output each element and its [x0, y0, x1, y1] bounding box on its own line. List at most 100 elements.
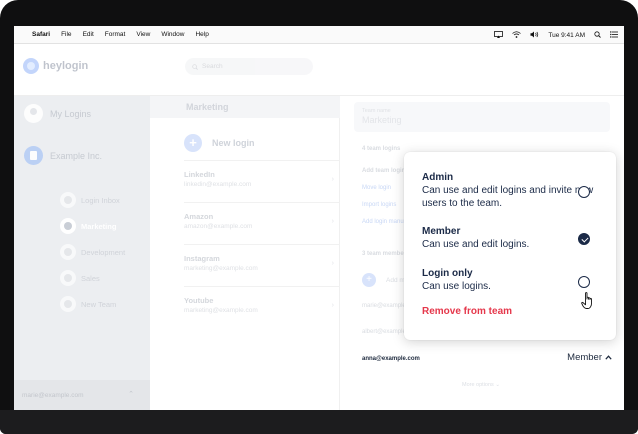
member-role-value: Member: [567, 352, 602, 363]
sidebar-item-my-logins[interactable]: My Logins: [24, 104, 91, 123]
divider: [184, 160, 340, 161]
team-title: Marketing: [150, 96, 340, 118]
team-name-value: Marketing: [362, 115, 402, 125]
menu-edit[interactable]: Edit: [83, 31, 94, 38]
sidebar-team-label: Marketing: [81, 221, 117, 231]
member-email: anna@example.com: [362, 356, 420, 362]
volume-icon[interactable]: [530, 31, 539, 40]
logins-list-panel: Marketing + New login LinkedIn linkedin@…: [150, 96, 340, 410]
login-item-youtube[interactable]: Youtube marketing@example.com ›: [184, 296, 334, 314]
team-icon: [60, 244, 76, 260]
spotlight-search-icon[interactable]: [594, 30, 601, 40]
plus-icon: +: [362, 273, 376, 287]
move-login-link[interactable]: Move login: [362, 185, 391, 191]
sidebar-team-new-team[interactable]: New Team: [60, 296, 116, 312]
app-header: heylogin Search: [14, 44, 624, 96]
role-option-login-only[interactable]: Login only Can use logins.: [422, 268, 602, 293]
menu-view[interactable]: View: [136, 31, 150, 38]
sidebar-item-label: Example Inc.: [50, 150, 103, 161]
logo-mark-icon: [23, 58, 39, 74]
heylogin-logo: heylogin: [23, 58, 88, 74]
menu-file[interactable]: File: [61, 31, 71, 38]
team-icon: [60, 218, 76, 234]
divider: [184, 286, 340, 287]
role-description: Can use logins.: [422, 281, 491, 292]
role-selection-popover: Admin Can use and edit logins and invite…: [404, 152, 616, 340]
more-options-label: More options: [462, 382, 494, 388]
chevron-right-icon: ›: [331, 218, 334, 225]
chevron-up-icon: [605, 355, 612, 360]
divider: [184, 202, 340, 203]
role-title: Member: [422, 226, 461, 237]
add-team-login-heading: Add team login: [362, 168, 406, 174]
login-item-linkedin[interactable]: LinkedIn linkedin@example.com ›: [184, 170, 334, 188]
sidebar-team-sales[interactable]: Sales: [60, 270, 100, 286]
menu-format[interactable]: Format: [105, 31, 126, 38]
company-building-icon: [24, 146, 43, 165]
search-placeholder: Search: [202, 63, 223, 70]
add-team-icon: [60, 296, 76, 312]
role-option-member[interactable]: Member Can use and edit logins.: [422, 226, 602, 251]
plus-icon: +: [184, 134, 202, 152]
sidebar-team-label: Development: [81, 247, 126, 257]
sidebar-team-label: New Team: [81, 299, 117, 309]
admin-radio[interactable]: [578, 186, 590, 198]
menu-clock[interactable]: Tue 9:41 AM: [548, 32, 585, 39]
menu-bar: Safari File Edit Format View Window Help…: [14, 26, 624, 44]
chevron-right-icon: ›: [331, 302, 334, 309]
menu-app-name[interactable]: Safari: [32, 31, 50, 38]
role-title: Login only: [422, 268, 473, 279]
login-name: Amazon: [184, 212, 214, 221]
menu-help[interactable]: Help: [195, 31, 208, 38]
role-description: Can use and edit logins.: [422, 239, 530, 250]
airplay-icon[interactable]: [494, 30, 504, 40]
divider: [184, 244, 340, 245]
sidebar-team-label: Login Inbox: [81, 195, 120, 205]
team-name-field[interactable]: Team name Marketing: [354, 102, 610, 132]
login-email: marketing@example.com: [184, 265, 258, 272]
search-icon: [192, 63, 198, 70]
team-icon: [60, 192, 76, 208]
import-logins-link[interactable]: Import logins: [362, 202, 396, 208]
sidebar-item-label: My Logins: [50, 108, 92, 119]
login-email: amazon@example.com: [184, 223, 253, 230]
member-role-dropdown[interactable]: Member: [567, 352, 612, 363]
sidebar-team-marketing[interactable]: Marketing: [60, 218, 116, 234]
member-radio-checked[interactable]: [578, 233, 590, 245]
hand-cursor-icon: [581, 292, 592, 309]
sidebar-team-login-inbox[interactable]: Login Inbox: [60, 192, 120, 208]
screen: Safari File Edit Format View Window Help…: [14, 26, 624, 410]
login-name: Youtube: [184, 296, 214, 305]
new-login-button[interactable]: + New login: [184, 134, 255, 152]
team-icon: [60, 270, 76, 286]
account-switcher[interactable]: marie@example.com ⌃: [14, 380, 150, 410]
login-only-radio[interactable]: [578, 276, 590, 288]
more-options-button[interactable]: More options ⌄: [462, 382, 500, 388]
new-login-label: New login: [212, 138, 255, 148]
sidebar: My Logins Example Inc. Login Inbox Marke…: [14, 96, 150, 410]
role-description: Can use and edit logins and invite new u…: [422, 185, 594, 209]
account-email: marie@example.com: [22, 391, 84, 399]
sidebar-team-label: Sales: [81, 273, 100, 283]
role-title: Admin: [422, 172, 454, 183]
menu-window[interactable]: Window: [161, 31, 184, 38]
sidebar-item-company[interactable]: Example Inc.: [24, 146, 102, 165]
control-center-icon[interactable]: [610, 30, 618, 40]
search-input[interactable]: Search: [185, 58, 313, 75]
laptop-base: [0, 410, 638, 434]
chevron-right-icon: ›: [331, 260, 334, 267]
login-email: marketing@example.com: [184, 307, 258, 314]
login-email: linkedin@example.com: [184, 181, 252, 188]
chevron-right-icon: ›: [331, 176, 334, 183]
wifi-icon[interactable]: [512, 30, 522, 40]
login-item-amazon[interactable]: Amazon amazon@example.com ›: [184, 212, 334, 230]
login-name: Instagram: [184, 254, 220, 263]
login-name: LinkedIn: [184, 170, 215, 179]
team-name-label: Team name: [362, 108, 391, 114]
user-avatar-icon: [24, 104, 43, 123]
login-item-instagram[interactable]: Instagram marketing@example.com ›: [184, 254, 334, 272]
role-option-admin[interactable]: Admin Can use and edit logins and invite…: [422, 172, 602, 210]
chevron-up-icon: ⌃: [128, 391, 134, 398]
sidebar-team-development[interactable]: Development: [60, 244, 125, 260]
remove-from-team-button[interactable]: Remove from team: [422, 306, 512, 317]
